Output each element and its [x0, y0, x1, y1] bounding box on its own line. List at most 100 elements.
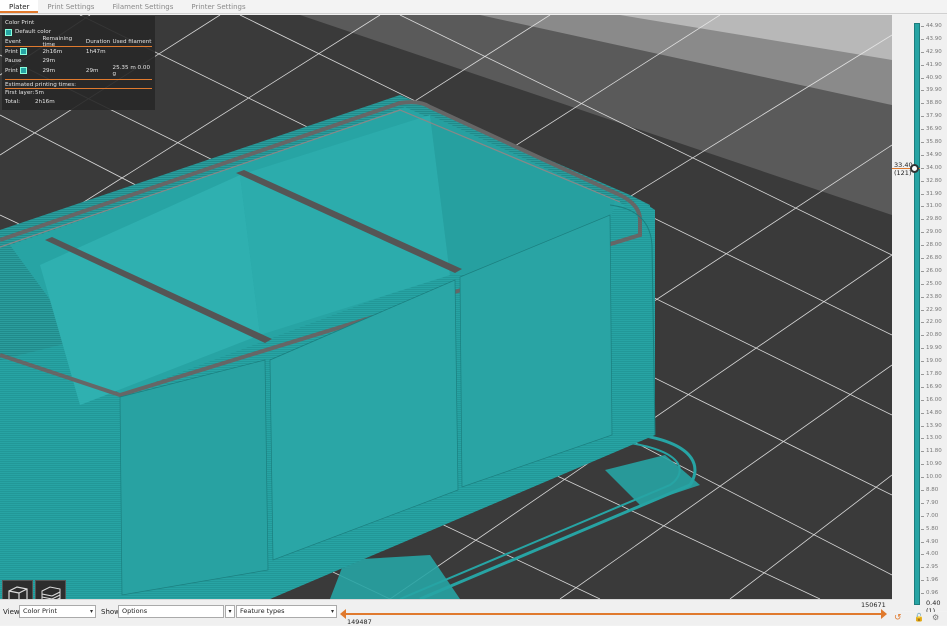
move-slider-track[interactable]	[344, 613, 884, 615]
tab-bar: Plater Print Settings Filament Settings …	[0, 0, 947, 14]
layer-tick-label: 29.80	[921, 216, 942, 223]
layer-tick-label: 16.00	[921, 396, 942, 403]
layer-tick-label: 26.00	[921, 267, 942, 274]
layer-slider-vertical[interactable]: 44.90 43.90 42.90 41.90 40.90 39.90 38.80 37.90…	[892, 15, 947, 615]
estimated-times-title: Estimated printing times:	[5, 78, 152, 89]
layer-tick-label: 13.00	[921, 435, 942, 442]
first-layer-row: First layer: 5m	[5, 88, 152, 98]
tab-plater[interactable]: Plater	[0, 0, 39, 13]
top-layer-readout: 33.40 (121)	[894, 161, 913, 177]
layer-slider-track[interactable]	[914, 23, 920, 605]
color-print-legend: Color Print Default color Event Remainin…	[2, 16, 155, 110]
layer-tick-label: 4.00	[920, 551, 939, 558]
layer-tick-label: 5.80	[920, 525, 939, 532]
view-mode-select[interactable]: Color Print ▾	[19, 605, 96, 618]
bottom-layer-height: 0.40	[926, 599, 941, 607]
layer-tick-label: 14.80	[921, 409, 942, 416]
layer-tick-label: 22.90	[921, 306, 942, 313]
layer-tick-label: 37.90	[921, 113, 942, 120]
layer-tick-label: 13.90	[921, 422, 942, 429]
view-iso-cube-icon[interactable]	[2, 580, 33, 599]
gcode-preview-viewport[interactable]: Color Print Default color Event Remainin…	[0, 15, 892, 599]
legend-header-event: Event	[5, 38, 22, 45]
chevron-down-icon: ▾	[330, 608, 334, 615]
settings-gear-icon[interactable]: ⚙	[932, 613, 939, 622]
legend-title: Color Print	[5, 19, 35, 26]
legend-row-remaining: 29m	[42, 58, 56, 65]
legend-row-swatch[interactable]	[19, 67, 27, 75]
preview-bottom-bar: View Color Print ▾ Show Options ▾ Featur…	[0, 599, 892, 626]
view-mode-buttons	[2, 580, 66, 599]
legend-row-remaining: 2h16m	[42, 48, 63, 55]
layer-tick-label: 41.90	[921, 61, 942, 68]
layer-tick-label: 4.90	[920, 538, 939, 545]
layer-tick-label: 28.00	[921, 242, 942, 249]
undo-arrow-icon[interactable]: ↺	[894, 613, 902, 623]
layer-tick-label: 36.90	[921, 126, 942, 133]
layer-tick-label: 7.00	[920, 512, 939, 519]
total-row: Total: 2h16m	[5, 98, 152, 108]
layer-tick-label: 31.00	[921, 203, 942, 210]
layer-tick-label: 10.00	[921, 474, 942, 481]
layer-tick-label: 34.00	[921, 164, 942, 171]
legend-header-duration: Duration	[85, 38, 111, 45]
layer-tick-label: 35.80	[921, 139, 942, 145]
layer-tick-label: 7.90	[920, 499, 939, 506]
default-color-swatch[interactable]	[5, 28, 12, 36]
view-mode-value: Color Print	[23, 607, 57, 615]
slider-controls: ↺ 🔓 ⚙	[892, 612, 947, 625]
layer-tick-label: 10.90	[921, 461, 942, 468]
legend-row-event: Print	[5, 48, 18, 55]
legend-header-remaining: Remaining time	[42, 35, 73, 48]
layer-tick-label: 1.96	[920, 577, 939, 584]
chevron-down-icon[interactable]: ▾	[225, 605, 235, 618]
move-slider-right-thumb[interactable]	[881, 609, 887, 619]
layer-tick-label: 42.90	[921, 48, 942, 55]
lock-icon[interactable]: 🔓	[914, 613, 924, 622]
total-value: 2h16m	[35, 99, 55, 106]
show-options-value: Options	[122, 607, 148, 615]
layer-tick-label: 44.90	[921, 23, 942, 29]
layer-tick-label: 19.00	[921, 358, 942, 365]
legend-row: Print 2h16m 1h47m	[5, 47, 152, 57]
layer-tick-label: 32.80	[921, 177, 942, 184]
layer-tick-label: 8.80	[920, 487, 939, 493]
layer-tick-label: 26.80	[921, 255, 942, 261]
feature-types-value: Feature types	[240, 607, 285, 615]
first-layer-label: First layer:	[5, 90, 35, 97]
layer-tick-label: 20.80	[921, 332, 942, 339]
layer-tick-labels: 44.90 43.90 42.90 41.90 40.90 39.90 38.80 37.90…	[920, 15, 947, 611]
legend-row-remaining: 29m	[42, 67, 56, 74]
layer-tick-label: 17.80	[921, 371, 942, 377]
first-layer-value: 5m	[35, 90, 45, 97]
feature-types-select[interactable]: Feature types ▾	[236, 605, 337, 618]
chevron-down-icon: ▾	[89, 608, 93, 615]
legend-header-used: Used filament	[112, 38, 152, 45]
view-layers-cube-icon[interactable]	[35, 580, 66, 599]
tab-print-settings[interactable]: Print Settings	[38, 0, 103, 13]
layer-tick-label: 16.90	[921, 383, 942, 390]
layer-tick-label: 23.80	[921, 293, 942, 300]
layer-tick-label: 2.95	[920, 564, 939, 571]
view-label: View	[3, 608, 20, 616]
tab-filament-settings[interactable]: Filament Settings	[103, 0, 182, 13]
legend-row-duration: 1h47m	[85, 48, 106, 55]
top-layer-number: (121)	[894, 169, 912, 177]
total-label: Total:	[5, 99, 20, 106]
layer-tick-label: 34.90	[921, 151, 942, 158]
move-slider-left-thumb[interactable]	[340, 609, 346, 619]
layer-tick-label: 40.90	[921, 74, 942, 81]
legend-row-event: Pause	[5, 58, 22, 65]
move-slider-horizontal[interactable]: 150671 149487	[340, 601, 892, 626]
legend-row-event: Print	[5, 67, 18, 74]
show-options-select[interactable]: Options	[118, 605, 224, 618]
legend-row-swatch[interactable]	[19, 48, 27, 56]
layer-tick-label: 39.90	[921, 87, 942, 94]
layer-tick-label: 0.96	[920, 590, 939, 597]
layer-tick-label: 25.00	[921, 280, 942, 287]
legend-row: Print 29m 29m 25.35 m 0.00 g	[5, 65, 152, 77]
layer-tick-label: 38.80	[921, 100, 942, 107]
tab-printer-settings[interactable]: Printer Settings	[182, 0, 254, 13]
layer-tick-label: 31.90	[921, 190, 942, 197]
layer-tick-label: 43.90	[921, 35, 942, 42]
